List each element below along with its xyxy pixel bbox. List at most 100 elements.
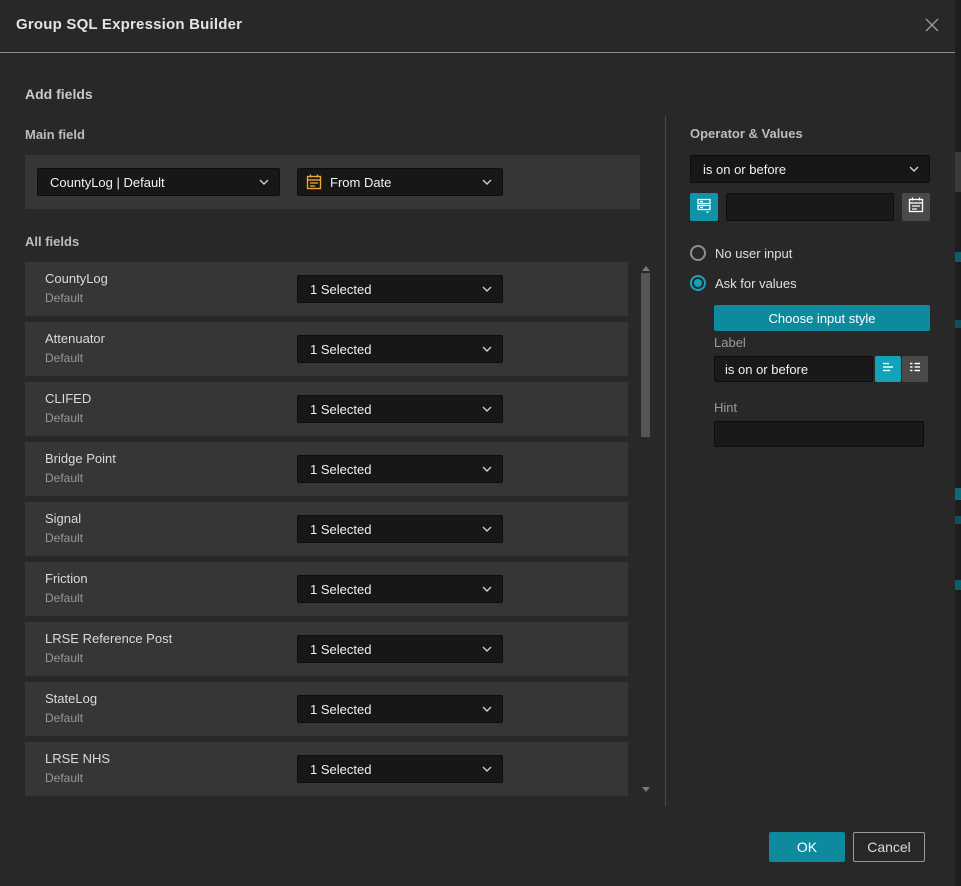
- scroll-up-arrow[interactable]: [642, 266, 650, 271]
- field-selected-dropdown[interactable]: 1 Selected: [297, 335, 503, 363]
- unique-values-icon: [696, 197, 712, 218]
- chevron-down-icon: [482, 646, 492, 652]
- dialog-title: Group SQL Expression Builder: [16, 16, 242, 33]
- label-caption: Label: [714, 335, 746, 350]
- main-field-layer-select[interactable]: CountyLog | Default: [37, 168, 280, 196]
- add-fields-heading: Add fields: [25, 86, 93, 102]
- input-style-list-button[interactable]: [902, 356, 928, 382]
- field-name: StateLog: [45, 691, 97, 706]
- field-row: LRSE NHS Default 1 Selected: [25, 742, 628, 796]
- title-divider: [0, 52, 955, 53]
- field-selected-value: 1 Selected: [310, 462, 476, 477]
- field-sublabel: Default: [45, 591, 83, 605]
- field-row: StateLog Default 1 Selected: [25, 682, 628, 736]
- input-style-text-button[interactable]: [875, 356, 901, 382]
- chevron-down-icon: [909, 166, 919, 172]
- radio-no-user-input[interactable]: No user input: [690, 245, 792, 261]
- operator-values-label: Operator & Values: [690, 126, 803, 141]
- align-left-icon: [881, 360, 895, 379]
- all-fields-list: CountyLog Default 1 Selected Attenuator …: [25, 262, 628, 802]
- field-selected-value: 1 Selected: [310, 282, 476, 297]
- field-row: LRSE Reference Post Default 1 Selected: [25, 622, 628, 676]
- all-fields-label: All fields: [25, 234, 79, 249]
- field-name: CLIFED: [45, 391, 91, 406]
- field-name: CountyLog: [45, 271, 108, 286]
- field-row: CountyLog Default 1 Selected: [25, 262, 628, 316]
- chevron-down-icon: [259, 179, 269, 185]
- fields-scrollbar: [639, 260, 652, 798]
- hint-input[interactable]: [714, 421, 924, 447]
- field-selected-dropdown[interactable]: 1 Selected: [297, 575, 503, 603]
- field-row: Bridge Point Default 1 Selected: [25, 442, 628, 496]
- main-field-layer-value: CountyLog | Default: [50, 175, 253, 190]
- field-selected-dropdown[interactable]: 1 Selected: [297, 275, 503, 303]
- field-row: Signal Default 1 Selected: [25, 502, 628, 556]
- chevron-down-icon: [482, 286, 492, 292]
- main-field-label: Main field: [25, 127, 85, 142]
- field-sublabel: Default: [45, 651, 83, 665]
- scroll-down-arrow[interactable]: [642, 787, 650, 792]
- close-button[interactable]: [921, 16, 943, 38]
- value-input[interactable]: [726, 193, 894, 221]
- radio-ask-for-values[interactable]: Ask for values: [690, 275, 797, 291]
- field-selected-dropdown[interactable]: 1 Selected: [297, 395, 503, 423]
- choose-input-style-button[interactable]: Choose input style: [714, 305, 930, 331]
- field-selected-value: 1 Selected: [310, 522, 476, 537]
- chevron-down-icon: [482, 706, 492, 712]
- label-input[interactable]: [714, 356, 873, 382]
- field-sublabel: Default: [45, 531, 83, 545]
- field-selected-dropdown[interactable]: 1 Selected: [297, 635, 503, 663]
- chevron-down-icon: [482, 766, 492, 772]
- field-row: CLIFED Default 1 Selected: [25, 382, 628, 436]
- field-sublabel: Default: [45, 291, 83, 305]
- chevron-down-icon: [482, 406, 492, 412]
- date-picker-button[interactable]: [902, 193, 930, 221]
- field-sublabel: Default: [45, 351, 83, 365]
- edge-fragment: [955, 152, 961, 192]
- scrollbar-thumb[interactable]: [641, 273, 650, 437]
- chevron-down-icon: [482, 179, 492, 185]
- field-selected-dropdown[interactable]: 1 Selected: [297, 755, 503, 783]
- panel-divider: [665, 116, 666, 806]
- hint-caption: Hint: [714, 400, 737, 415]
- radio-unselected-icon: [690, 245, 706, 261]
- radio-selected-icon: [690, 275, 706, 291]
- cancel-button[interactable]: Cancel: [853, 832, 925, 862]
- field-sublabel: Default: [45, 471, 83, 485]
- chevron-down-icon: [482, 346, 492, 352]
- edge-fragment: [955, 252, 961, 262]
- field-name: Friction: [45, 571, 88, 586]
- chevron-down-icon: [482, 466, 492, 472]
- field-selected-value: 1 Selected: [310, 762, 476, 777]
- ok-button[interactable]: OK: [769, 832, 845, 862]
- field-name: Signal: [45, 511, 81, 526]
- field-name: LRSE Reference Post: [45, 631, 172, 646]
- edge-fragment: [955, 320, 961, 328]
- chevron-down-icon: [482, 586, 492, 592]
- field-name: Bridge Point: [45, 451, 116, 466]
- no-user-input-label: No user input: [715, 246, 792, 261]
- field-selected-value: 1 Selected: [310, 402, 476, 417]
- unique-values-button[interactable]: [690, 193, 718, 221]
- field-sublabel: Default: [45, 711, 83, 725]
- chevron-down-icon: [482, 526, 492, 532]
- calendar-icon: [908, 197, 924, 218]
- field-selected-value: 1 Selected: [310, 582, 476, 597]
- field-row: Attenuator Default 1 Selected: [25, 322, 628, 376]
- date-field-calendar-icon: [306, 174, 322, 190]
- operator-select[interactable]: is on or before: [690, 155, 930, 183]
- field-row: Friction Default 1 Selected: [25, 562, 628, 616]
- field-selected-dropdown[interactable]: 1 Selected: [297, 455, 503, 483]
- field-sublabel: Default: [45, 771, 83, 785]
- ask-for-values-label: Ask for values: [715, 276, 797, 291]
- field-selected-value: 1 Selected: [310, 702, 476, 717]
- edge-fragment: [955, 488, 961, 500]
- background-page-edge: [955, 0, 961, 886]
- field-selected-dropdown[interactable]: 1 Selected: [297, 515, 503, 543]
- field-selected-dropdown[interactable]: 1 Selected: [297, 695, 503, 723]
- field-selected-value: 1 Selected: [310, 342, 476, 357]
- edge-fragment: [955, 516, 961, 524]
- main-field-field-select[interactable]: From Date: [297, 168, 503, 196]
- bullet-list-icon: [908, 360, 922, 379]
- field-name: Attenuator: [45, 331, 105, 346]
